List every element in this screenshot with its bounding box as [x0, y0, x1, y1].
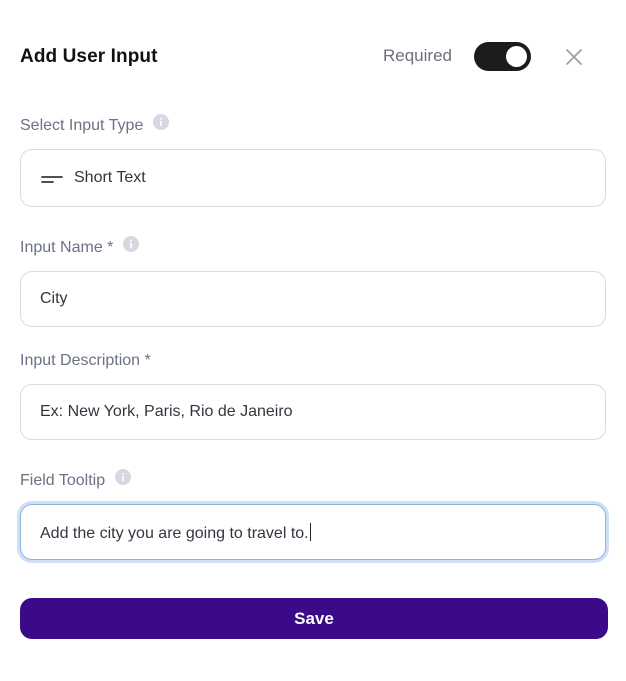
input-type-label-row: Select Input Type: [20, 114, 170, 135]
required-toggle[interactable]: [474, 42, 531, 71]
input-name-field[interactable]: City: [20, 271, 606, 327]
panel-title: Add User Input: [20, 46, 158, 67]
input-name-label: Input Name *: [20, 239, 114, 256]
input-description-field[interactable]: Ex: New York, Paris, Rio de Janeiro: [20, 384, 606, 440]
save-button[interactable]: Save: [20, 598, 608, 639]
input-description-value: Ex: New York, Paris, Rio de Janeiro: [40, 403, 293, 420]
input-name-label-row: Input Name *: [20, 236, 140, 257]
info-icon[interactable]: [115, 469, 132, 485]
add-user-input-panel: Add User Input Required Select Input Typ…: [0, 0, 626, 681]
input-type-value: Short Text: [74, 169, 146, 186]
field-tooltip-label-row: Field Tooltip: [20, 469, 132, 490]
text-cursor: [309, 523, 311, 541]
input-type-select[interactable]: Short Text: [20, 149, 606, 207]
close-button[interactable]: [563, 46, 585, 68]
info-icon[interactable]: [123, 236, 140, 252]
input-description-label-row: Input Description *: [20, 352, 151, 370]
input-description-label: Input Description *: [20, 352, 151, 369]
close-icon: [563, 46, 585, 68]
panel-header: Add User Input Required: [20, 36, 606, 76]
required-label: Required: [383, 46, 452, 65]
info-icon[interactable]: [153, 114, 170, 130]
input-type-label: Select Input Type: [20, 117, 144, 134]
field-tooltip-label: Field Tooltip: [20, 472, 106, 489]
toggle-knob: [506, 46, 527, 67]
field-tooltip-field[interactable]: Add the city you are going to travel to.: [20, 504, 606, 560]
input-name-value: City: [40, 290, 68, 307]
field-tooltip-value: Add the city you are going to travel to.: [40, 525, 309, 542]
field-tooltip-value-wrap: Add the city you are going to travel to.: [40, 523, 311, 543]
short-text-icon: [41, 176, 63, 184]
